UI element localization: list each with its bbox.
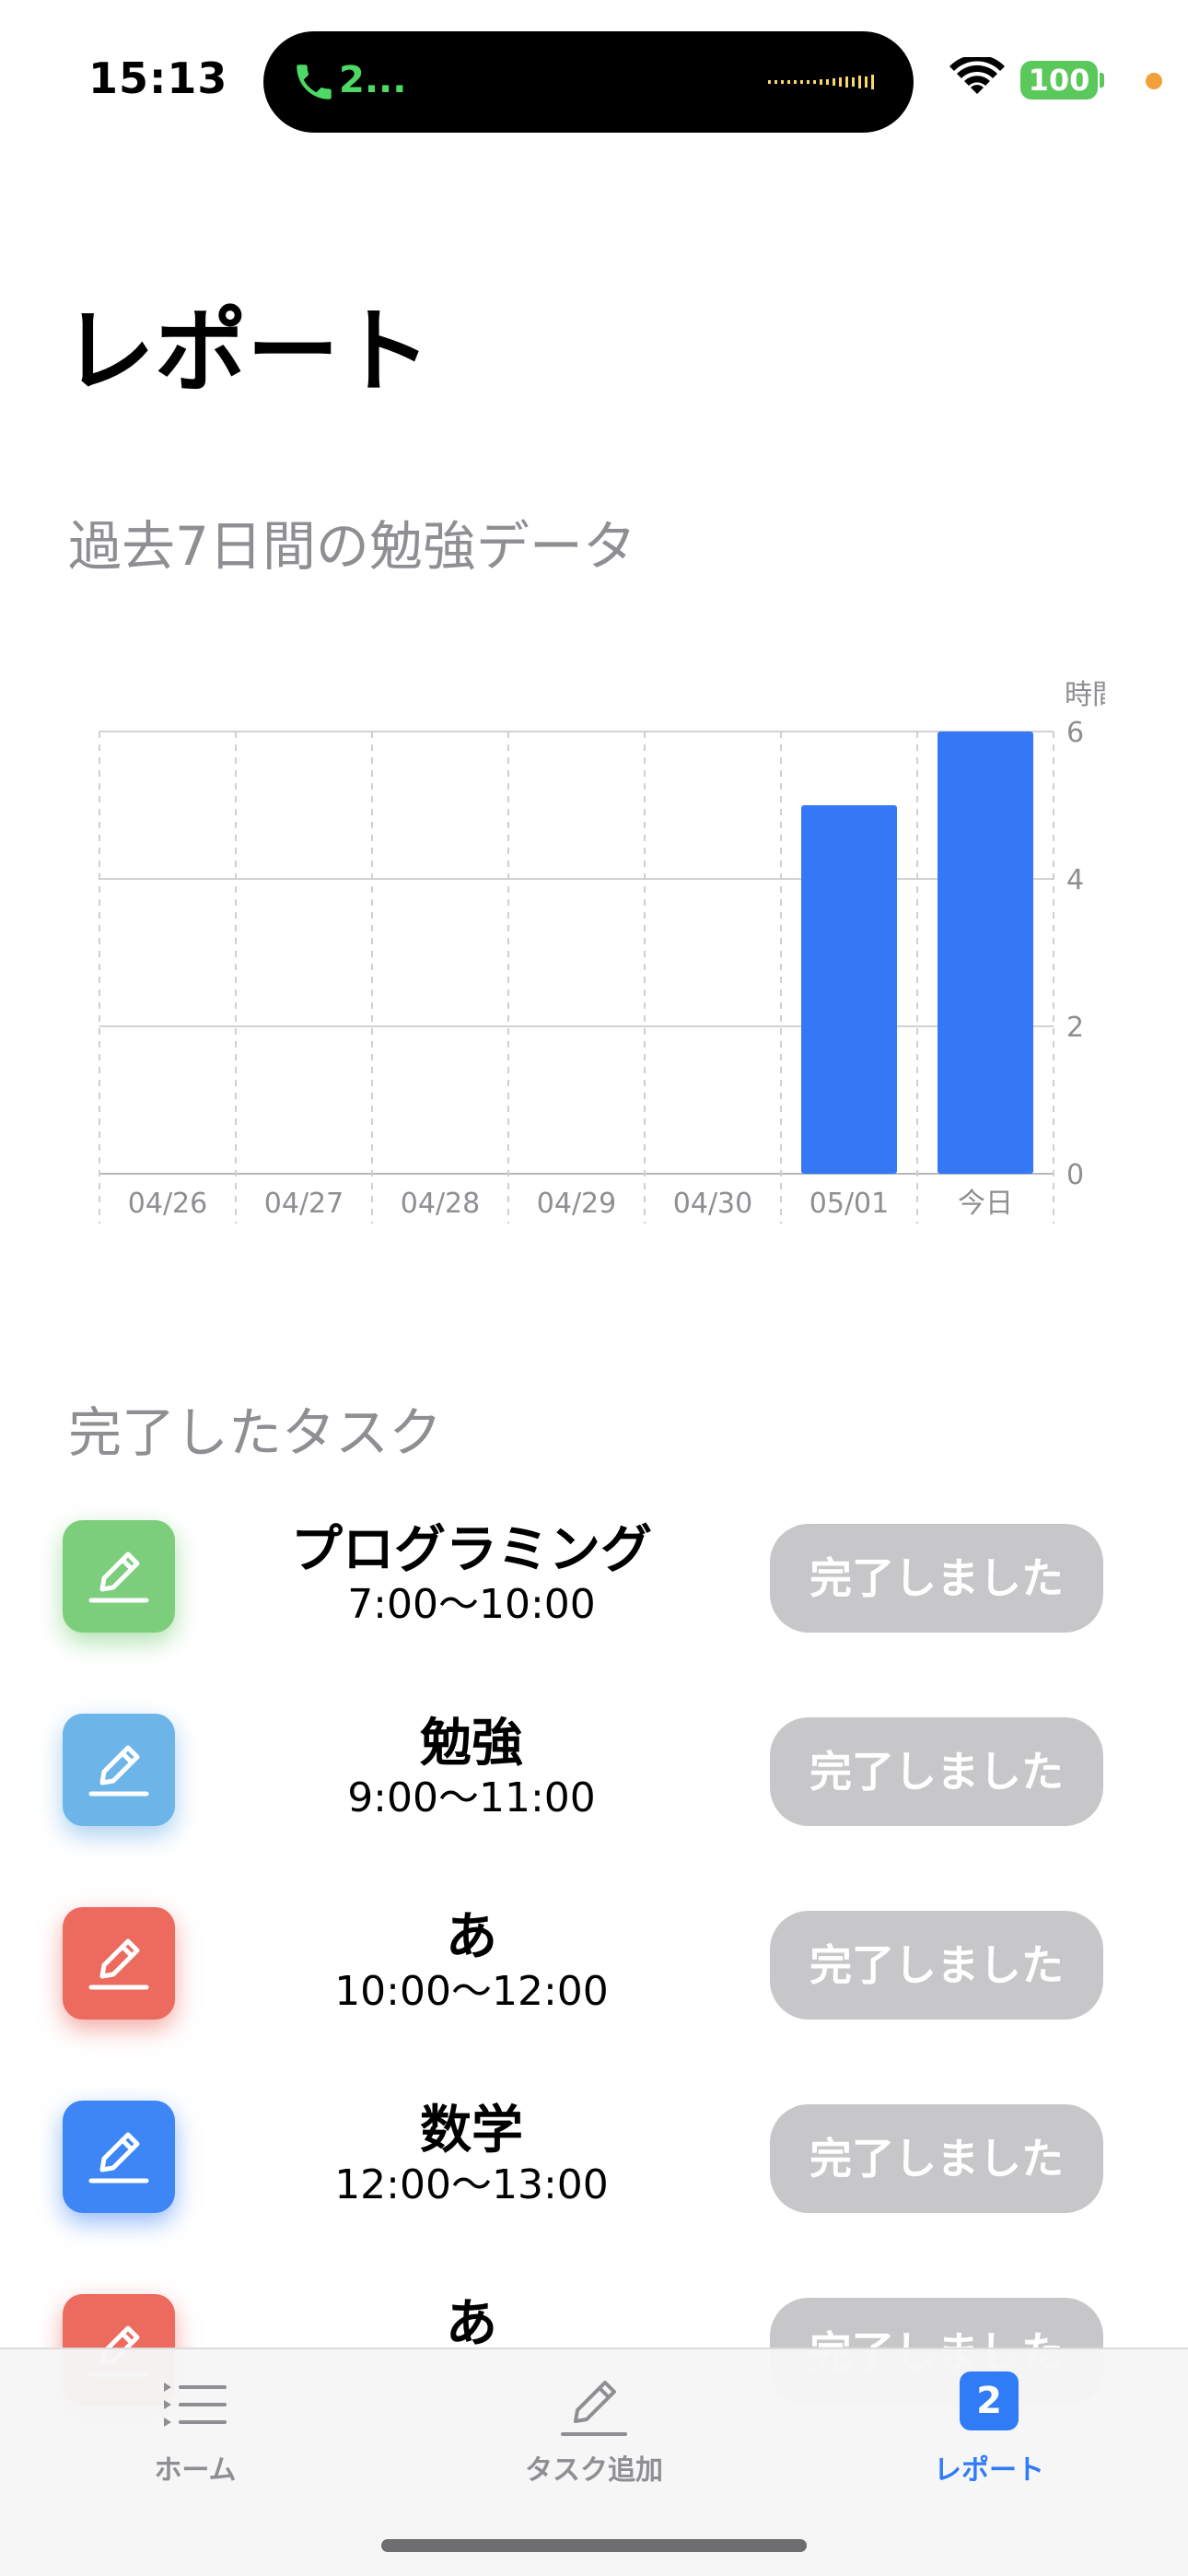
completed-button[interactable]: 完了しました: [770, 1911, 1103, 2020]
tab-add-task-label: タスク追加: [525, 2454, 663, 2487]
task-name: プログラミング: [291, 1520, 652, 1580]
status-time: 15:13: [88, 53, 228, 103]
bar: [938, 732, 1033, 1174]
phone-icon: [297, 64, 332, 100]
tab-report[interactable]: 2 レポート: [851, 2349, 1127, 2497]
pencil-icon: [88, 1551, 149, 1603]
privacy-indicator-dot: [1146, 73, 1162, 89]
task-icon: [63, 1520, 175, 1633]
audio-waveform-icon: [768, 75, 874, 89]
x-tick-label: 05/01: [809, 1188, 889, 1220]
x-tick-label: 04/28: [401, 1188, 480, 1220]
pencil-icon: [88, 1938, 149, 1990]
page-title: レポート: [63, 298, 431, 405]
y-tick-label: 2: [1066, 1012, 1084, 1044]
chart-section-title: 過去7日間の勉強データ: [68, 515, 636, 578]
call-duration: 2...: [339, 59, 407, 101]
task-row: あ 10:00〜12:00 完了しました: [0, 1907, 1188, 2020]
task-time: 7:00〜10:00: [347, 1581, 596, 1628]
task-time: 9:00〜11:00: [347, 1774, 596, 1821]
battery-tip: [1100, 73, 1104, 88]
pencil-icon: [561, 2381, 627, 2436]
y-tick-label: 0: [1066, 1159, 1084, 1191]
tab-home[interactable]: ホーム: [57, 2349, 333, 2497]
bar: [801, 805, 897, 1174]
task-icon: [63, 1907, 175, 2020]
task-time: 12:00〜13:00: [334, 2161, 609, 2208]
task-info: あ 10:00〜12:00: [232, 1907, 711, 2016]
task-name: 数学: [420, 2101, 523, 2160]
completed-button[interactable]: 完了しました: [770, 1717, 1103, 1826]
list-icon: [164, 2383, 227, 2427]
x-tick-label: 今日: [958, 1188, 1013, 1220]
tasks-section-title: 完了したタスク: [68, 1401, 443, 1464]
y-axis-label: 時間: [1065, 679, 1105, 711]
x-tick-label: 04/27: [264, 1188, 344, 1220]
report-calendar-icon: 2: [960, 2371, 1019, 2430]
study-chart: 0 2 4 6 時間 04/26 04/27 04/28 04/29 04/30 05/01 今日: [55, 663, 1120, 1235]
task-row: 数学 12:00〜13:00 完了しました: [0, 2101, 1188, 2213]
bar-chart: 0 2 4 6 時間 04/26 04/27 04/28 04/29 04/30 05/01 今日: [99, 679, 1120, 1224]
task-info: あ: [232, 2294, 711, 2355]
y-tick-label: 4: [1066, 864, 1084, 896]
home-indicator[interactable]: [381, 2539, 807, 2552]
dynamic-island[interactable]: 2...: [263, 31, 914, 133]
x-tick-label: 04/30: [673, 1188, 752, 1220]
task-row: プログラミング 7:00〜10:00 完了しました: [0, 1520, 1188, 1633]
tab-home-label: ホーム: [154, 2454, 237, 2487]
completed-button[interactable]: 完了しました: [770, 2104, 1103, 2213]
x-tick-label: 04/29: [537, 1188, 616, 1220]
y-tick-label: 6: [1066, 717, 1084, 749]
task-name: 勉強: [420, 1714, 523, 1774]
task-row: 勉強 9:00〜11:00 完了しました: [0, 1714, 1188, 1826]
task-icon: [63, 2101, 175, 2213]
task-info: プログラミング 7:00〜10:00: [232, 1520, 711, 1629]
app-screen: 15:13 2... 100 レポート 過去7日間の勉強データ 0 2 4 6 時間 04…: [0, 0, 1188, 2576]
tab-add-task[interactable]: タスク追加: [456, 2349, 732, 2497]
pencil-icon: [88, 2132, 149, 2184]
task-time: 10:00〜12:00: [334, 1968, 609, 2015]
task-info: 勉強 9:00〜11:00: [232, 1714, 711, 1822]
tab-report-label: レポート: [934, 2454, 1044, 2487]
task-icon: [63, 1714, 175, 1826]
x-tick-label: 04/26: [128, 1188, 207, 1220]
pencil-icon: [88, 1745, 149, 1797]
task-info: 数学 12:00〜13:00: [232, 2101, 711, 2209]
wifi-icon: [949, 57, 1005, 94]
battery-indicator: 100: [1020, 61, 1098, 100]
task-name: あ: [446, 2294, 497, 2354]
completed-button[interactable]: 完了しました: [770, 1524, 1103, 1633]
task-name: あ: [446, 1907, 497, 1967]
